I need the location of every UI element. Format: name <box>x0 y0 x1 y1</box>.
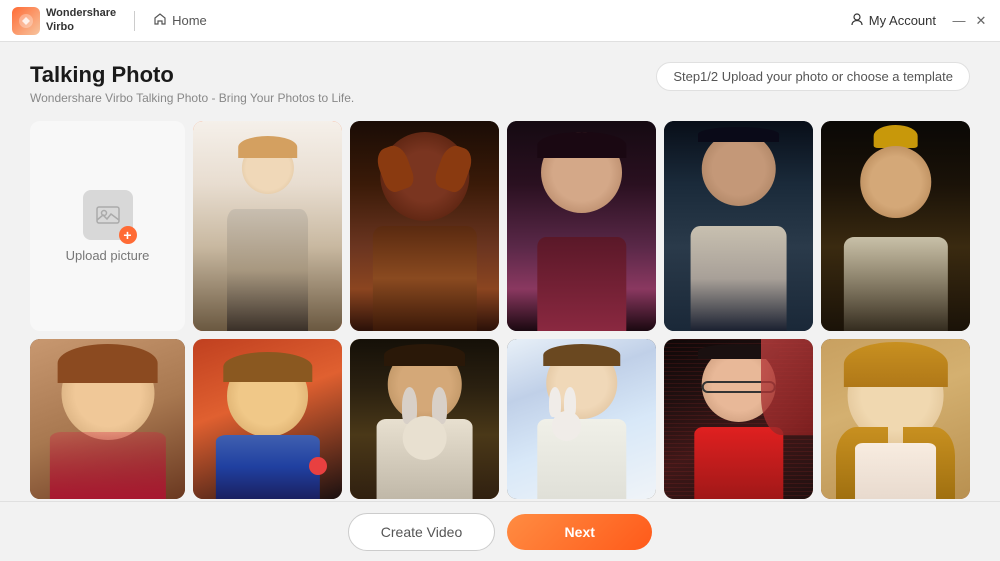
photo-card-3[interactable] <box>507 121 656 331</box>
photo-card-11[interactable] <box>821 339 970 499</box>
account-label: My Account <box>869 13 936 28</box>
title-divider <box>134 11 135 31</box>
photo-grid: + Upload picture <box>30 121 970 499</box>
home-link[interactable]: Home <box>153 12 207 29</box>
close-button[interactable]: ✕ <box>974 14 988 28</box>
photo-card-8[interactable] <box>350 339 499 499</box>
create-video-button[interactable]: Create Video <box>348 513 495 551</box>
photo-card-4[interactable] <box>664 121 813 331</box>
home-label: Home <box>172 13 207 28</box>
page-subtitle: Wondershare Virbo Talking Photo - Bring … <box>30 91 354 105</box>
app-logo-icon <box>12 7 40 35</box>
title-bar: Wondershare Virbo Home My Account <box>0 0 1000 42</box>
upload-area[interactable]: + Upload picture <box>30 121 185 331</box>
page-header: Talking Photo Wondershare Virbo Talking … <box>30 62 970 105</box>
photo-card-10[interactable] <box>664 339 813 499</box>
page-title-section: Talking Photo Wondershare Virbo Talking … <box>30 62 354 105</box>
photo-card-9[interactable] <box>507 339 656 499</box>
upload-icon-wrap: + <box>83 190 133 240</box>
page-title: Talking Photo <box>30 62 354 88</box>
account-icon <box>850 12 864 29</box>
main-content: Talking Photo Wondershare Virbo Talking … <box>0 42 1000 501</box>
photo-card-2[interactable] <box>350 121 499 331</box>
title-bar-left: Wondershare Virbo Home <box>12 7 207 35</box>
photo-card-7[interactable] <box>193 339 342 499</box>
photo-card-6[interactable] <box>30 339 185 499</box>
minimize-button[interactable]: — <box>952 14 966 28</box>
photo-card-1[interactable] <box>193 121 342 331</box>
app-logo: Wondershare Virbo <box>12 7 116 35</box>
upload-label: Upload picture <box>66 248 150 263</box>
my-account-link[interactable]: My Account <box>850 12 936 29</box>
upload-plus-icon: + <box>119 226 137 244</box>
title-bar-right: My Account — ✕ <box>850 12 988 29</box>
next-button[interactable]: Next <box>507 514 652 550</box>
home-icon <box>153 12 167 29</box>
bottom-bar: Create Video Next <box>0 501 1000 561</box>
window-controls: — ✕ <box>952 14 988 28</box>
photo-card-5[interactable] <box>821 121 970 331</box>
step-indicator: Step1/2 Upload your photo or choose a te… <box>656 62 970 91</box>
app-name: Wondershare Virbo <box>46 7 116 33</box>
